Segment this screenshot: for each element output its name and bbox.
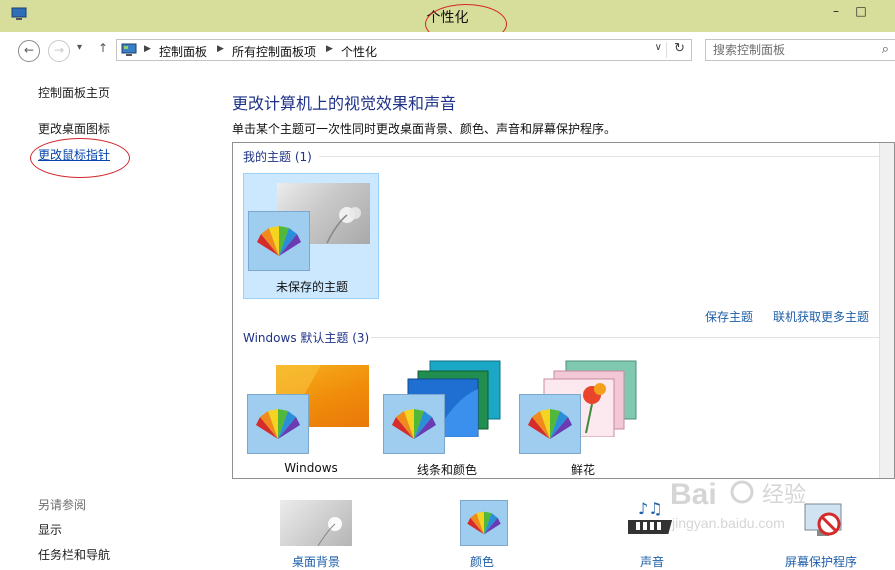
breadcrumb-separator: ▶ (326, 44, 333, 54)
minimize-button[interactable]: – (826, 4, 846, 22)
recent-locations-button[interactable]: ▾ (77, 42, 82, 53)
page-description: 单击某个主题可一次性同时更改桌面背景、颜色、声音和屏幕保护程序。 (232, 122, 617, 136)
baidu-watermark: Bai 经验 jingyan.baidu.com (670, 472, 840, 542)
color-button[interactable]: 颜色 (460, 500, 508, 569)
breadcrumb-all-items[interactable]: 所有控制面板项 (232, 43, 316, 60)
see-also-title: 另请参阅 (38, 498, 87, 512)
svg-text:Bai: Bai (670, 478, 717, 511)
default-themes-header: Windows 默认主题 (3) (243, 331, 370, 345)
back-button[interactable]: ← (18, 40, 40, 62)
theme-tile-windows[interactable]: Windows (243, 355, 379, 477)
get-more-themes-link[interactable]: 联机获取更多主题 (773, 308, 869, 325)
address-bar[interactable]: ▶ 控制面板 ▶ 所有控制面板项 ▶ 个性化 ∨ ↻ (116, 39, 692, 61)
forward-button[interactable]: → (48, 40, 70, 62)
breadcrumb-separator: ▶ (144, 44, 151, 54)
address-dropdown-button[interactable]: ∨ (655, 42, 662, 53)
bottom-label: 声音 (640, 555, 665, 569)
color-palette-icon (460, 500, 508, 546)
color-palette-icon (248, 211, 310, 271)
desktop-background-button[interactable]: 桌面背景 (280, 500, 352, 569)
breadcrumb-separator: ▶ (217, 44, 224, 54)
breadcrumb-personalization[interactable]: 个性化 (341, 43, 377, 60)
bottom-label: 屏幕保护程序 (785, 555, 858, 569)
search-box: ⌕ (705, 39, 895, 61)
sidebar-link-display[interactable]: 显示 (38, 521, 62, 538)
group-divider (319, 156, 879, 157)
bottom-label: 颜色 (470, 555, 495, 569)
sidebar-link-change-desktop-icons[interactable]: 更改桌面图标 (38, 120, 110, 137)
theme-name: 线条和颜色 (416, 463, 477, 477)
search-input[interactable] (713, 43, 863, 57)
baidu-logo: Bai 经验 jingyan.baidu.com (670, 478, 806, 531)
svg-text:jingyan.baidu.com: jingyan.baidu.com (671, 515, 785, 531)
svg-text:经验: 经验 (762, 483, 806, 508)
refresh-button[interactable]: ↻ (674, 41, 685, 56)
page-heading: 更改计算机上的视觉效果和声音 (232, 94, 457, 113)
theme-tile-unsaved[interactable]: 未保存的主题 (243, 173, 379, 299)
theme-tile-flowers[interactable]: 鲜花 (515, 355, 651, 477)
color-palette-icon (519, 394, 581, 454)
sidebar-link-taskbar-navigation[interactable]: 任务栏和导航 (38, 546, 110, 563)
color-palette-icon (383, 394, 445, 454)
theme-list: 我的主题 (1) 未保存的主题 保存主题 联机获取更多主题 Windows 默认… (232, 142, 895, 479)
annotation-circle-mouse-pointer (30, 138, 130, 178)
sidebar-link-control-panel-home[interactable]: 控制面板主页 (38, 84, 110, 101)
save-theme-link[interactable]: 保存主题 (705, 308, 753, 325)
address-divider (666, 42, 667, 58)
up-button[interactable]: ↑ (98, 41, 108, 55)
theme-name: 未保存的主题 (275, 280, 348, 294)
my-themes-header: 我的主题 (1) (243, 150, 312, 164)
search-icon[interactable]: ⌕ (882, 42, 889, 57)
theme-name: Windows (284, 461, 338, 475)
desktop-background-icon (280, 500, 352, 546)
theme-tile-lines-and-colors[interactable]: 线条和颜色 (379, 355, 515, 477)
control-panel-icon (121, 43, 137, 56)
group-divider (371, 337, 879, 338)
svg-text:♪♫: ♪♫ (638, 499, 663, 518)
theme-list-scrollbar[interactable] (879, 143, 894, 478)
address-row: ← → ▾ ↑ ▶ 控制面板 ▶ 所有控制面板项 ▶ 个性化 ∨ ↻ ⌕ (0, 32, 895, 68)
color-palette-icon (247, 394, 309, 454)
breadcrumb-control-panel[interactable]: 控制面板 (159, 43, 207, 60)
bottom-label: 桌面背景 (292, 555, 341, 569)
maximize-button[interactable]: □ (851, 4, 871, 22)
theme-name: 鲜花 (570, 463, 595, 477)
